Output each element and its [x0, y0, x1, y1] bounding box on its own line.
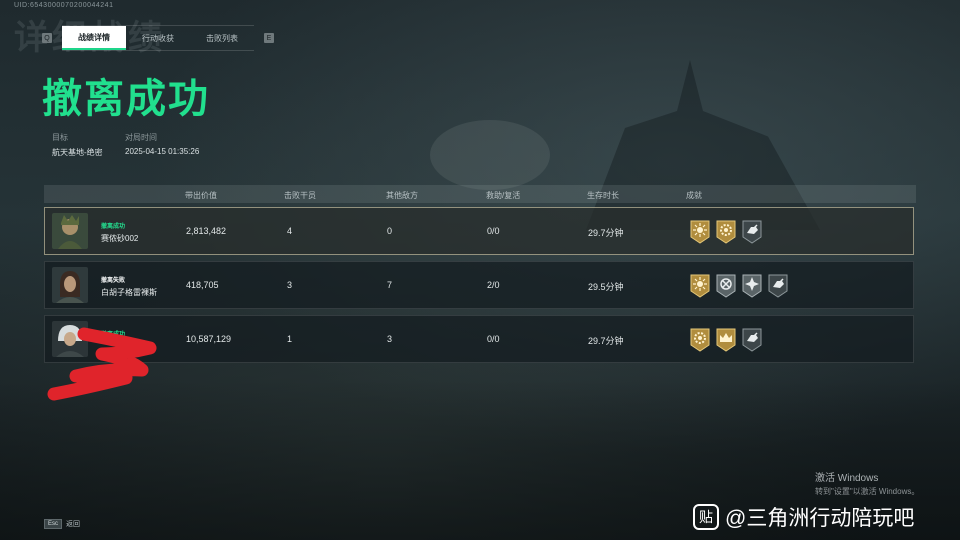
player-name: 赛侬砂002: [101, 234, 139, 243]
prev-tab-key[interactable]: Q: [42, 33, 52, 43]
survival-cell: 29.7分钟: [588, 228, 624, 238]
col-kills: 击败干员: [284, 191, 316, 200]
time-label: 对局时间: [125, 133, 157, 142]
gold-crown-badge-icon[interactable]: [715, 328, 737, 352]
silver-star-badge-icon[interactable]: [741, 274, 763, 298]
status-text: 撤离成功: [101, 332, 126, 338]
achievement-badges: [689, 274, 789, 298]
avatar: [52, 213, 88, 249]
target-label: 目标: [52, 133, 68, 142]
tab-kill-list[interactable]: 击败列表: [190, 26, 254, 50]
tab-match-details[interactable]: 战绩详情: [62, 26, 126, 50]
other-cell: 0: [387, 226, 393, 236]
player-name: 白胡子格雷裸斯: [101, 288, 157, 297]
survival-cell: 29.7分钟: [588, 336, 624, 346]
other-cell: 7: [387, 280, 393, 290]
avatar: [52, 267, 88, 303]
time-value: 2025-04-15 01:35:26: [125, 147, 200, 156]
avatar: [52, 321, 88, 357]
value-cell: 10,587,129: [186, 334, 232, 344]
kills-cell: 4: [287, 226, 293, 236]
silver-hand-badge-icon[interactable]: [741, 328, 763, 352]
result-title: 撤离成功: [42, 77, 210, 121]
tab-bar: Q 战绩详情 行动收获 击败列表 E: [42, 25, 274, 51]
gold-sun-badge-icon[interactable]: [689, 274, 711, 298]
meta-target: 目标 航天基地-绝密: [52, 132, 103, 158]
achievement-badges: [689, 220, 763, 244]
achievement-badges: [689, 328, 763, 352]
tieba-text: @三角洲行动陪玩吧: [725, 507, 915, 530]
col-rescue: 救助/复活: [486, 191, 521, 200]
kills-cell: 3: [287, 280, 293, 290]
tieba-logo-icon: 贴: [693, 504, 719, 530]
kills-cell: 1: [287, 334, 293, 344]
back-button[interactable]: Esc 返回: [44, 516, 80, 532]
table-header: 带出价值 击败干员 其他敌方 救助/复活 生存时长 成就: [44, 185, 916, 203]
status-text: 撤离成功: [101, 224, 126, 230]
gold-gear-badge-icon[interactable]: [715, 220, 737, 244]
col-value: 带出价值: [185, 191, 217, 200]
player-row-2[interactable]: 撤离失败 白胡子格雷裸斯 418,705 3 7 2/0 29.5分钟: [44, 261, 914, 309]
tab-action-loot[interactable]: 行动收获: [126, 26, 190, 50]
value-cell: 2,813,482: [186, 226, 227, 236]
meta-time: 对局时间 2025-04-15 01:35:26: [125, 132, 199, 156]
target-value: 航天基地-绝密: [52, 148, 103, 157]
rescue-cell: 2/0: [487, 280, 500, 290]
silver-hand-badge-icon[interactable]: [741, 220, 763, 244]
silver-cross-badge-icon[interactable]: [715, 274, 737, 298]
background-structure: [586, 60, 820, 230]
next-tab-key[interactable]: E: [264, 33, 274, 43]
col-achievements: 成就: [686, 191, 702, 200]
player-row-3[interactable]: 撤离成功 10,587,129 1 3 0/0 29.7分钟: [44, 315, 914, 363]
esc-key: Esc: [44, 519, 63, 529]
tabs: 战绩详情 行动收获 击败列表: [62, 25, 254, 51]
col-other: 其他敌方: [386, 191, 418, 200]
status-text: 撤离失败: [101, 278, 126, 284]
other-cell: 3: [387, 334, 393, 344]
uid-text: UID:6543000070200044241: [14, 2, 114, 9]
tieba-watermark: 贴 @三角洲行动陪玩吧: [693, 502, 914, 532]
survival-cell: 29.5分钟: [588, 282, 624, 292]
background-radar-dish: [430, 120, 550, 190]
rescue-cell: 0/0: [487, 334, 500, 344]
windows-activation-watermark: 激活 Windows 转到"设置"以激活 Windows。: [815, 472, 919, 498]
player-row-1[interactable]: 撤离成功 赛侬砂002 2,813,482 4 0 0/0 29.7分钟: [44, 207, 914, 255]
gold-sun-badge-icon[interactable]: [689, 220, 711, 244]
col-survival: 生存时长: [587, 191, 619, 200]
value-cell: 418,705: [186, 280, 219, 290]
win-line-1: 激活 Windows: [815, 473, 879, 484]
back-label: 返回: [66, 521, 81, 528]
silver-hand-badge-icon[interactable]: [767, 274, 789, 298]
win-line-2: 转到"设置"以激活 Windows。: [815, 487, 920, 496]
gold-gear-badge-icon[interactable]: [689, 328, 711, 352]
rescue-cell: 0/0: [487, 226, 500, 236]
